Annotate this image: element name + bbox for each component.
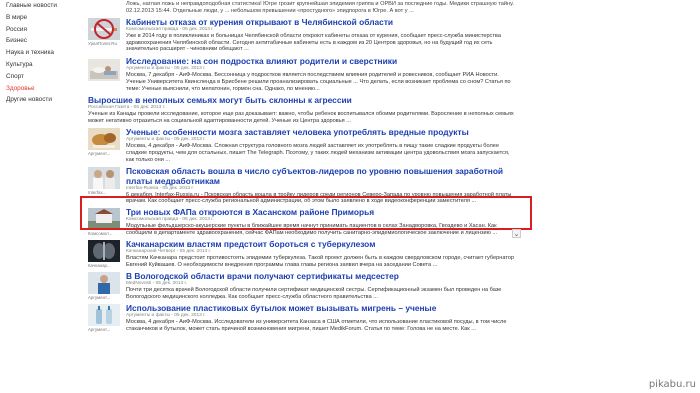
article-teen-sleep: Исследование: на сон подростка влияют ро… [88,56,518,93]
thumbnail-caption: Аргумент... [88,326,111,332]
thumbnail-xray[interactable] [88,240,120,263]
thumbnail-bottles[interactable] [88,303,120,326]
nav-item-health[interactable]: Здоровье [6,85,76,93]
article-snippet: Москва, 4 декабря - АиФ-Москва. Исследов… [126,318,507,332]
article-title[interactable]: Кабинеты отказа от курения открывают в Ч… [126,17,518,27]
article-plastic-migraine: Аргумент... Использование пластиковых бу… [88,303,518,333]
watermark: pikabu.ru [648,379,696,390]
thumbnail-doctors[interactable] [88,166,120,189]
article-title[interactable]: Качканарским властям предстоит бороться … [126,239,518,249]
thumbnail-caption: Аргумент... [88,295,111,300]
article-kachkanar-tb: Качканар... Качканарским властям предсто… [88,239,518,269]
top-snippet: Ложь, наглая ложь и неправдоподобная ста… [126,1,514,14]
nav-item-culture[interactable]: Культура [6,61,76,69]
thumbnail-nurse[interactable] [88,272,120,294]
nav-item-other[interactable]: Другие новости [6,96,76,104]
thumbnail-food[interactable] [88,127,120,150]
nav-item-business[interactable]: Бизнес [6,37,76,45]
thumbnail-smoking[interactable] [88,17,120,40]
article-snippet: Москва, 7 декабря - АиФ-Москва. Бессонни… [126,72,511,93]
sidebar-nav: Главные новости В мире Россия Бизнес Нау… [6,2,76,108]
thumbnail-caption: Комсомол... [88,231,113,237]
thumbnail-caption: Interfax... [88,189,107,195]
nav-item-world[interactable]: В мире [6,14,76,22]
thumbnail-sleep[interactable] [88,59,120,82]
thumbnail-caption: УралПолит.Ru [88,40,117,46]
article-snippet: Ученые из Канады провели исследование, к… [88,111,514,124]
news-feed: Ложь, наглая ложь и неправдоподобная ста… [88,0,518,333]
expand-chevron-icon[interactable]: ⌄ [512,229,521,238]
article-title[interactable]: Исследование: на сон подростка влияют ро… [126,56,518,66]
nav-item-science[interactable]: Наука и техника [6,49,76,57]
article-snippet: Москва, 4 декабря - АиФ-Москва. Сложная … [126,142,510,163]
thumbnail-caption: Качканар... [88,263,111,269]
nav-item-sport[interactable]: Спорт [6,73,76,81]
article-title[interactable]: Псковская область вошла в число субъекто… [126,166,518,186]
thumbnail-caption: Аргумент... [88,150,111,156]
highlight-annotation [80,196,532,230]
article-single-parent: Выросшие в неполных семьях могут быть ск… [88,95,518,125]
article-snippet: Почти три десятка врачей Вологодской обл… [126,287,502,300]
article-snippet: Уже в 2014 году в поликлиниках и больниц… [126,32,501,53]
article-title[interactable]: Выросшие в неполных семьях могут быть ск… [88,95,518,105]
article-brain-food: Аргумент... Ученые: особенности мозга за… [88,127,518,164]
nav-item-russia[interactable]: Россия [6,26,76,34]
article-title[interactable]: В Вологодской области врачи получают сер… [126,271,518,281]
article-title[interactable]: Использование пластиковых бутылок может … [126,303,518,313]
article-vologda-certificates: Аргумент... В Вологодской области врачи … [88,271,518,301]
article-snippet: Властям Качканара предстоит противостоят… [126,255,515,269]
article-smoking-cabinets: УралПолит.Ru Кабинеты отказа от курения … [88,17,518,54]
article-title[interactable]: Ученые: особенности мозга заставляет чел… [126,127,518,137]
nav-item-main-news[interactable]: Главные новости [6,2,76,10]
